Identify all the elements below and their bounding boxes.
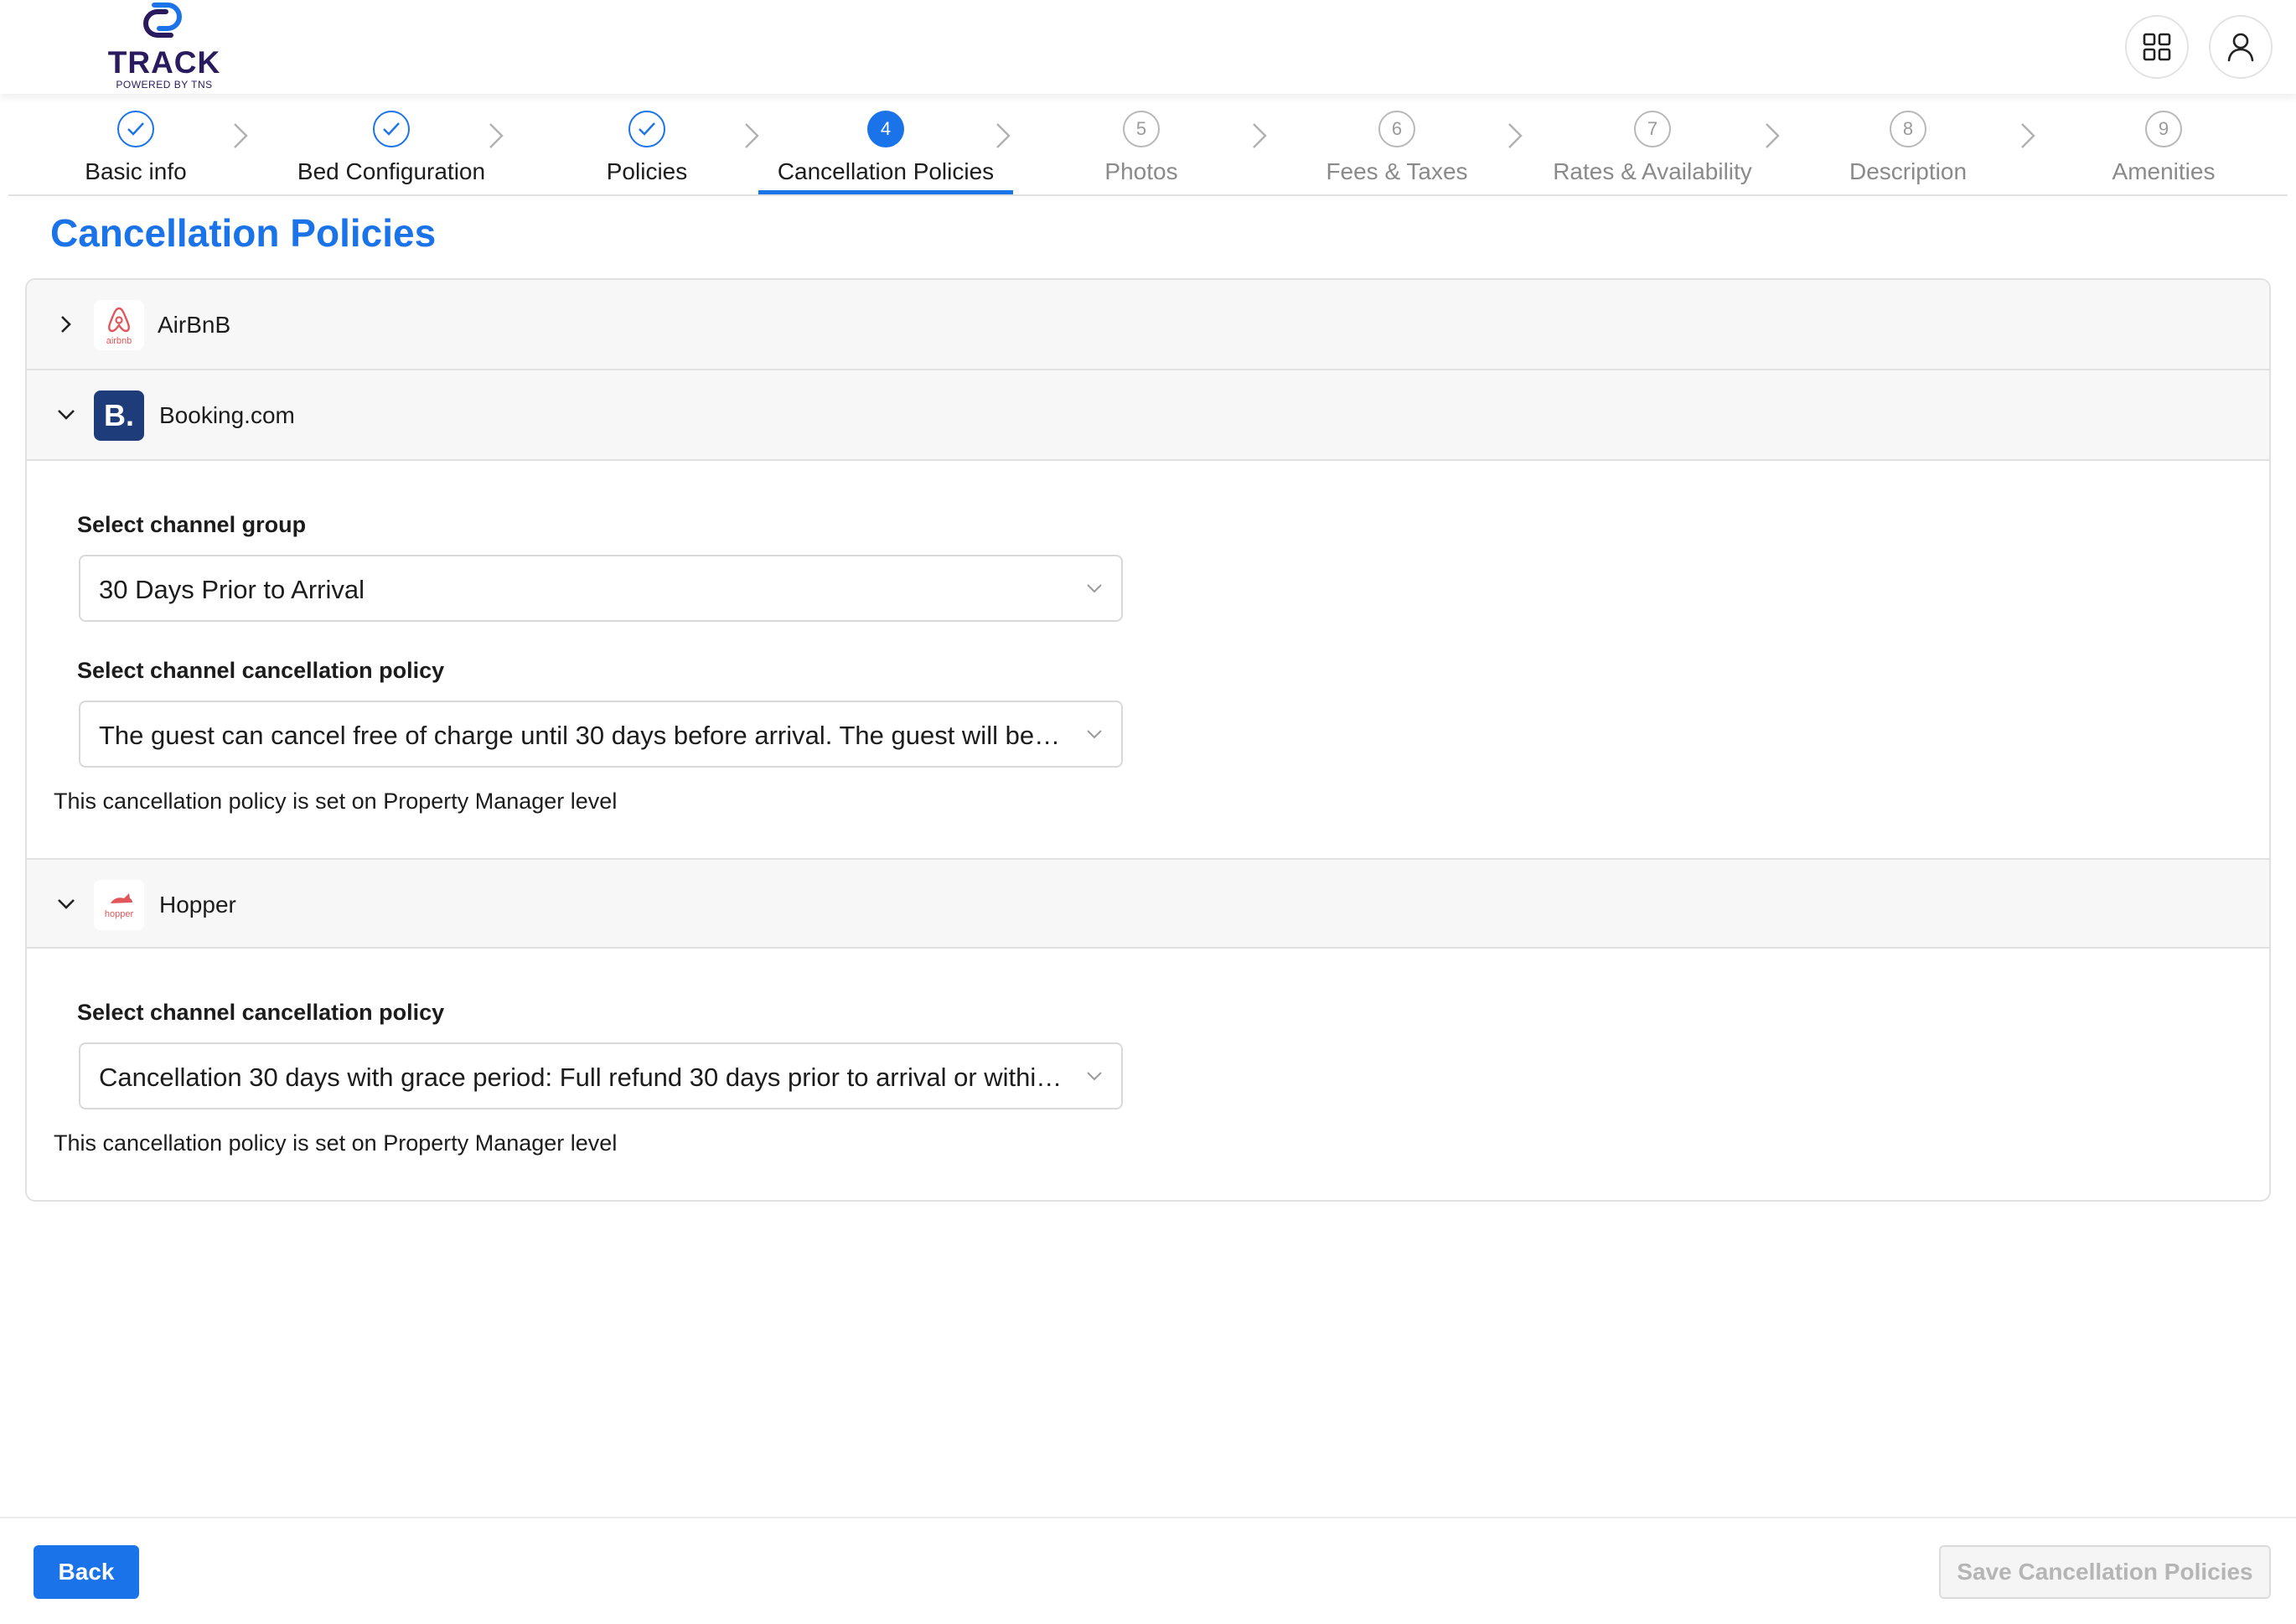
step-number-circle: 8 <box>1890 111 1926 147</box>
channels-accordion: airbnb AirBnB B. Booking.com Select chan… <box>25 278 2271 1202</box>
chevron-down-icon <box>1087 1072 1102 1081</box>
step-cancellation-policies[interactable]: 4 Cancellation Policies <box>758 111 1013 194</box>
chevron-down-icon <box>1087 730 1102 739</box>
step-label: Cancellation Policies <box>777 158 995 184</box>
channel-name-hopper: Hopper <box>159 892 236 918</box>
step-label: Amenities <box>2112 158 2216 184</box>
accordion-header-hopper[interactable]: hopper Hopper <box>27 858 2269 949</box>
step-basic-info[interactable]: Basic info <box>8 111 263 194</box>
step-label: Photos <box>1104 158 1178 184</box>
step-label: Fees & Taxes <box>1326 158 1468 184</box>
airbnb-logo-icon: airbnb <box>106 307 132 346</box>
step-number-circle: 4 <box>867 111 904 147</box>
booking-logo-text: B. <box>104 398 134 432</box>
step-label: Description <box>1849 158 1968 184</box>
grid-icon <box>2143 33 2171 61</box>
active-step-indicator <box>758 190 1013 194</box>
footer-bar: Back Save Cancellation Policies <box>0 1517 2296 1624</box>
chevron-right-icon <box>1253 123 1267 148</box>
check-icon <box>127 122 144 136</box>
policy-level-note: This cancellation policy is set on Prope… <box>54 789 618 814</box>
top-bar: TRACK POWERED BY TNS <box>0 0 2296 94</box>
step-amenities[interactable]: 9 Amenities <box>2036 111 2291 194</box>
policy-level-note: This cancellation policy is set on Prope… <box>54 1130 618 1156</box>
user-menu-button[interactable] <box>2209 15 2273 79</box>
cancellation-policy-label: Select channel cancellation policy <box>77 658 445 683</box>
save-cancellation-policies-button[interactable]: Save Cancellation Policies <box>1939 1545 2271 1599</box>
step-fees-taxes[interactable]: 6 Fees & Taxes <box>1270 111 1524 194</box>
step-check-circle <box>373 111 410 147</box>
step-check-circle <box>117 111 154 147</box>
apps-button[interactable] <box>2125 15 2189 79</box>
channel-group-label: Select channel group <box>77 512 307 537</box>
chevron-right-icon <box>234 123 248 148</box>
step-label: Policies <box>606 158 688 184</box>
step-number-circle: 5 <box>1123 111 1160 147</box>
booking-cancellation-policy-select[interactable]: The guest can cancel free of charge unti… <box>79 701 1123 768</box>
step-policies[interactable]: Policies <box>520 111 774 194</box>
chevron-right-icon <box>996 123 1011 148</box>
back-button[interactable]: Back <box>34 1545 139 1599</box>
channel-name-booking: Booking.com <box>159 402 295 428</box>
booking-logo: B. <box>94 390 144 441</box>
step-bed-configuration[interactable]: Bed Configuration <box>264 111 519 194</box>
accordion-header-booking[interactable]: B. Booking.com <box>27 370 2269 461</box>
channel-group-select[interactable]: 30 Days Prior to Arrival <box>79 555 1123 622</box>
step-number-circle: 9 <box>2145 111 2182 147</box>
track-logo[interactable]: TRACK POWERED BY TNS <box>107 0 221 92</box>
hopper-logo-text: hopper <box>105 909 134 919</box>
chevron-down-icon <box>1087 584 1102 593</box>
chevron-right-icon <box>1508 123 1523 148</box>
chevron-down-icon <box>58 410 75 420</box>
brand-name: TRACK <box>107 45 221 80</box>
track-logo-icon <box>143 2 182 38</box>
step-label: Basic info <box>85 158 187 184</box>
cancellation-policy-label: Select channel cancellation policy <box>77 1000 445 1025</box>
check-icon <box>383 122 400 136</box>
step-photos[interactable]: 5 Photos <box>1014 111 1269 194</box>
step-check-circle <box>628 111 665 147</box>
chevron-right-icon <box>61 316 71 333</box>
step-rates-availability[interactable]: 7 Rates & Availability <box>1525 111 1780 194</box>
step-label: Bed Configuration <box>297 158 486 184</box>
step-number-circle: 7 <box>1634 111 1671 147</box>
wizard-stepper: Basic info Bed Configuration Policies 4 … <box>8 94 2288 196</box>
step-number-circle: 6 <box>1378 111 1415 147</box>
chevron-down-icon <box>58 899 75 909</box>
airbnb-logo: airbnb <box>94 300 144 350</box>
airbnb-logo-text: airbnb <box>106 336 132 346</box>
hopper-cancellation-policy-select[interactable]: Cancellation 30 days with grace period: … <box>79 1042 1123 1109</box>
page-title: Cancellation Policies <box>50 211 437 255</box>
select-value: Cancellation 30 days with grace period: … <box>99 1063 1063 1092</box>
accordion-header-airbnb[interactable]: airbnb AirBnB <box>27 280 2269 370</box>
check-icon <box>639 122 655 136</box>
hopper-logo: hopper <box>94 880 144 930</box>
user-icon <box>2227 33 2254 62</box>
select-value: The guest can cancel free of charge unti… <box>99 721 1063 750</box>
step-description[interactable]: 8 Description <box>1781 111 2035 194</box>
step-label: Rates & Availability <box>1553 158 1752 184</box>
brand-tagline: POWERED BY TNS <box>116 79 213 91</box>
hopper-logo-icon: hopper <box>105 893 134 919</box>
select-value: 30 Days Prior to Arrival <box>99 575 365 604</box>
channel-name-airbnb: AirBnB <box>158 312 231 338</box>
chevron-right-icon <box>489 123 504 148</box>
